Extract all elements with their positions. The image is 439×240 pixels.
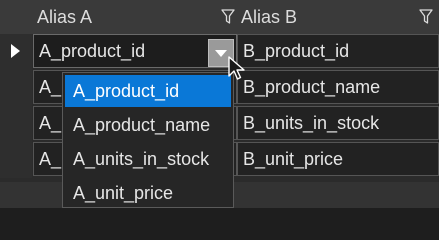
column-header-alias-b-label: Alias B — [241, 7, 298, 27]
data-grid: Alias A Alias B A_product_id B_product_i… — [0, 0, 439, 208]
dropdown-option-a-product-name[interactable]: A_product_name — [65, 109, 231, 141]
cell-alias-b-row-4-value: B_unit_price — [243, 149, 344, 169]
mouse-pointer-icon — [228, 56, 245, 80]
grid-header: Alias A Alias B — [0, 0, 439, 34]
filter-icon[interactable] — [419, 9, 433, 25]
dropdown-list[interactable]: A_product_id A_product_name A_units_in_s… — [62, 72, 234, 208]
filter-icon[interactable] — [221, 9, 235, 25]
column-header-alias-b[interactable]: Alias B — [237, 0, 439, 34]
cell-alias-b-row-2-value: B_product_name — [243, 77, 381, 97]
cell-alias-a-row-1-value: A_product_id — [39, 41, 146, 61]
column-header-alias-a-label: Alias A — [37, 7, 93, 27]
cell-alias-b-row-3[interactable]: B_units_in_stock — [237, 106, 439, 140]
cell-alias-b-row-4[interactable]: B_unit_price — [237, 142, 439, 176]
dropdown-option-a-units-in-stock[interactable]: A_units_in_stock — [65, 143, 231, 175]
current-row-indicator-icon — [11, 44, 20, 58]
cell-alias-a-row-3-value: A_ — [39, 113, 62, 133]
column-header-alias-a[interactable]: Alias A — [33, 0, 237, 34]
dropdown-option-a-product-id[interactable]: A_product_id — [65, 75, 231, 107]
chevron-down-icon — [215, 50, 227, 57]
cell-alias-a-row-1-editor[interactable]: A_product_id — [33, 34, 237, 68]
cell-alias-b-row-2[interactable]: B_product_name — [237, 70, 439, 104]
cell-alias-b-row-1[interactable]: B_product_id — [237, 34, 439, 68]
cell-alias-b-row-3-value: B_units_in_stock — [243, 113, 380, 133]
cell-alias-b-row-1-value: B_product_id — [243, 41, 350, 61]
dropdown-option-a-unit-price[interactable]: A_unit_price — [65, 177, 231, 207]
cell-alias-a-row-4-value: A_ — [39, 149, 62, 169]
cell-alias-a-row-2-value: A_ — [39, 77, 62, 97]
